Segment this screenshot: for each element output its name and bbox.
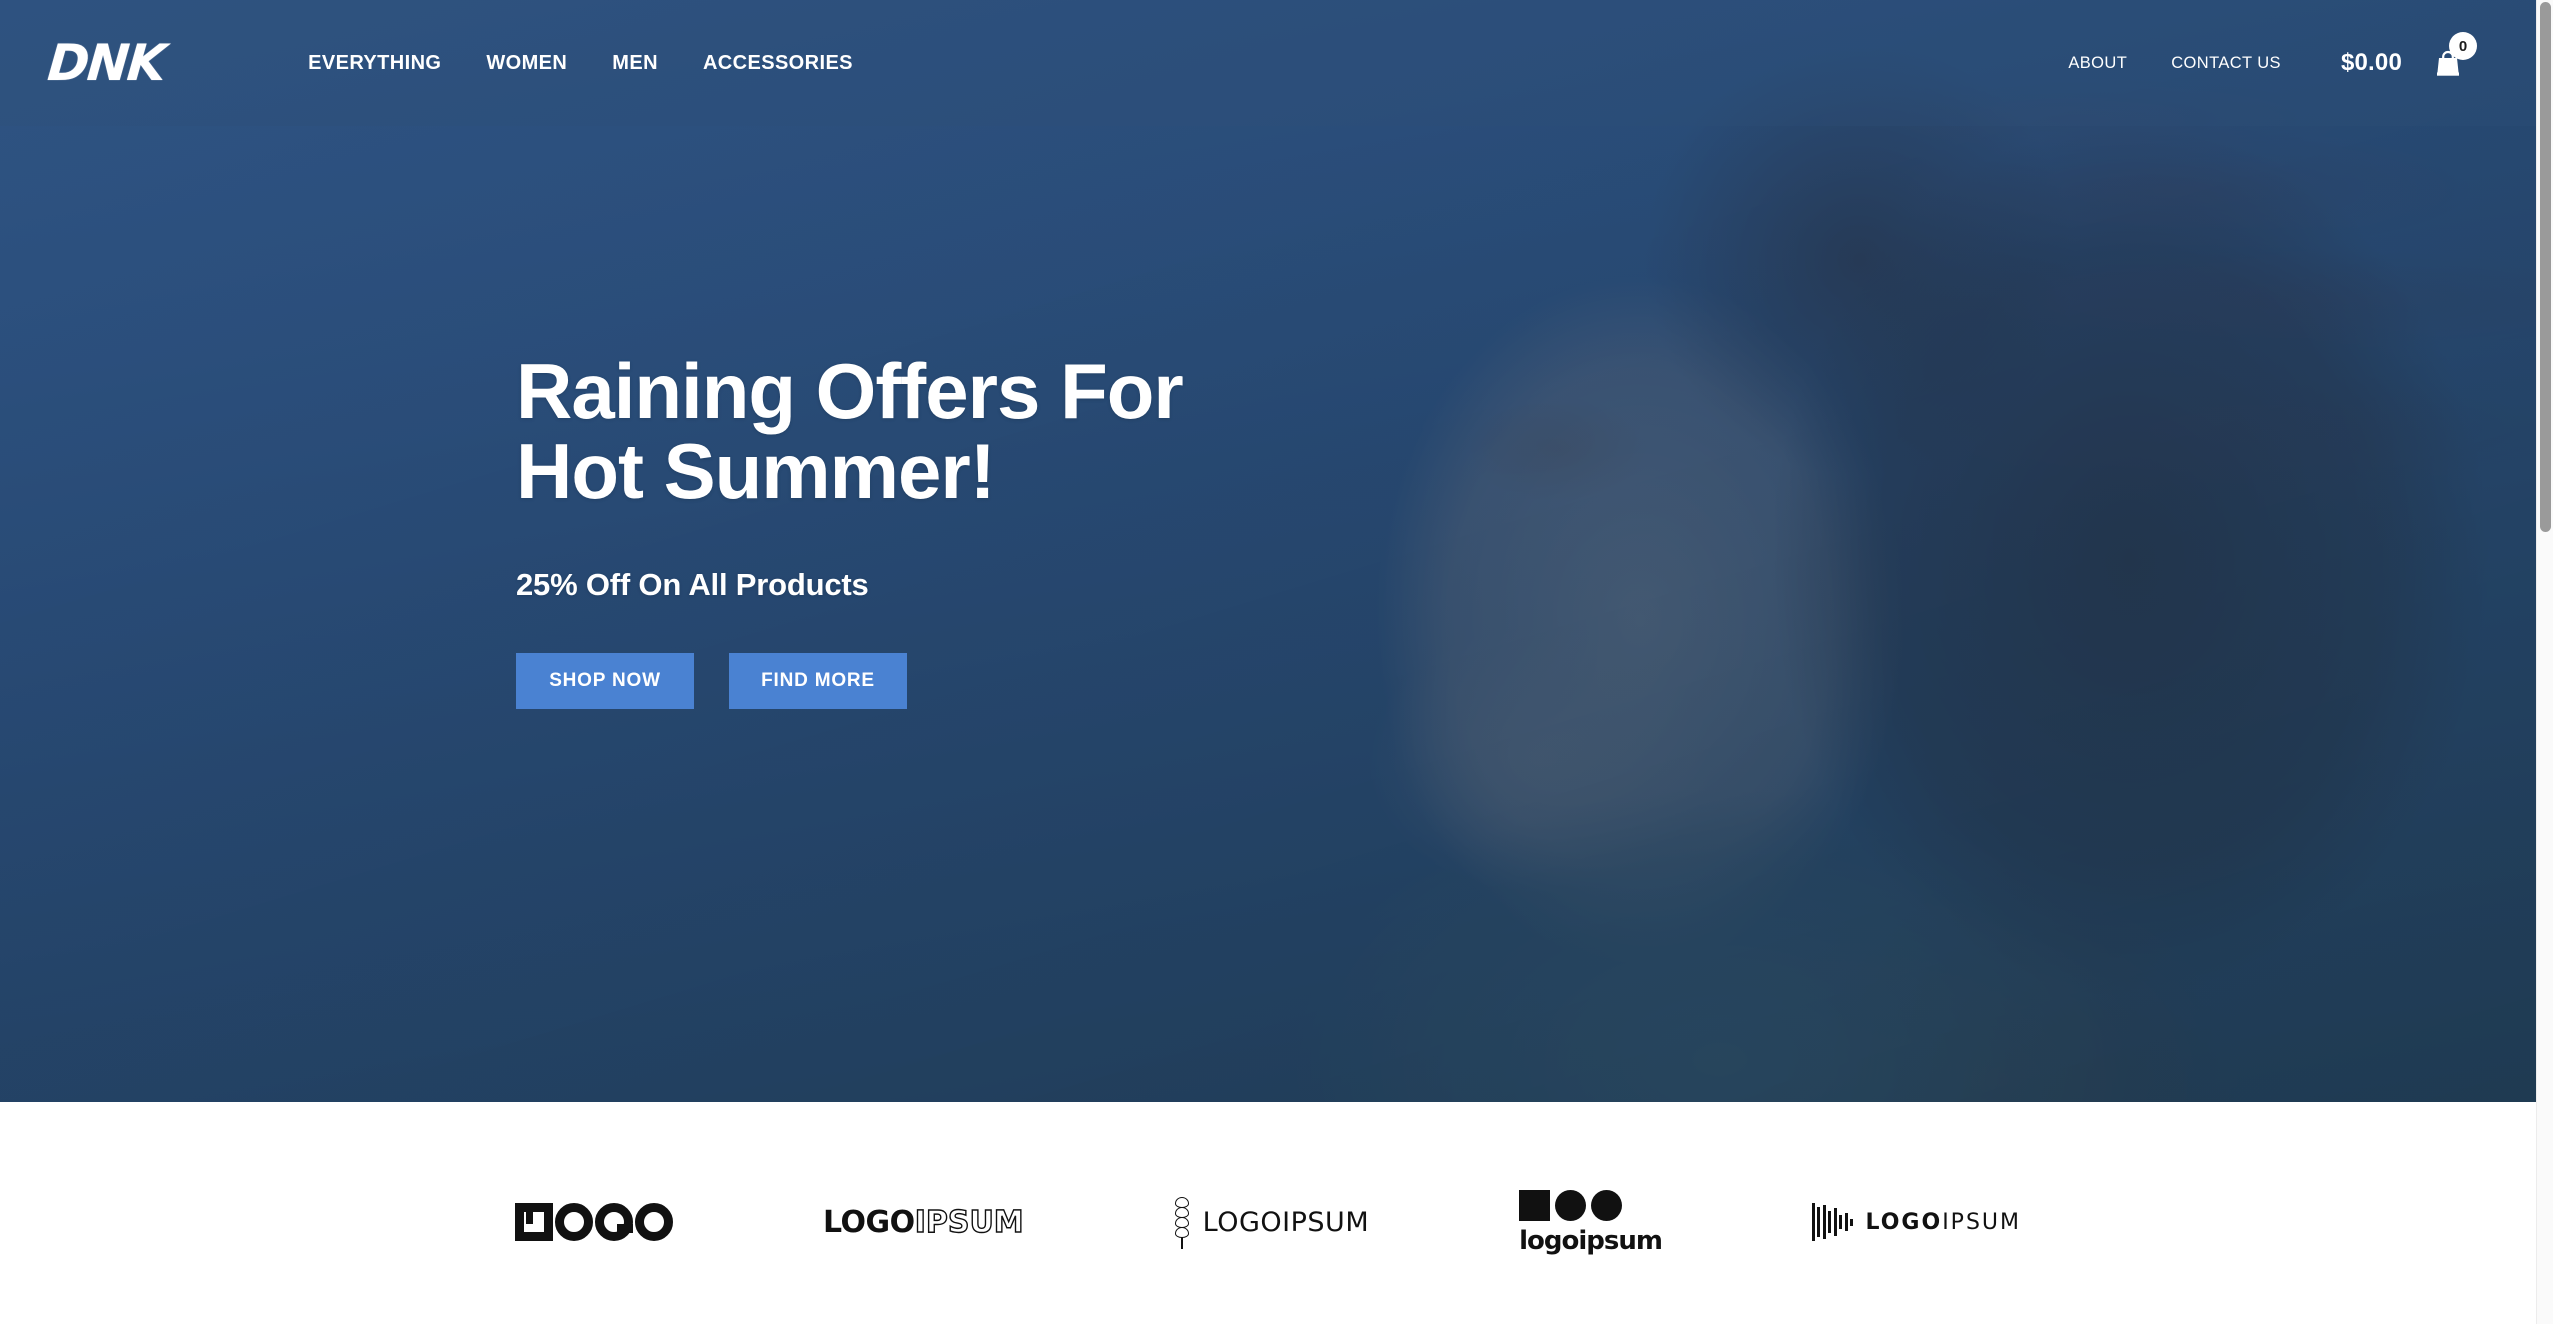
nav-item-accessories[interactable]: ACCESSORIES [703, 52, 853, 75]
secondary-navigation: ABOUT CONTACT US $0.00 0 [2068, 32, 2477, 83]
browser-viewport: DNK EVERYTHING WOMEN MEN ACCESSORIES ABO… [0, 0, 2536, 1324]
nav-item-women[interactable]: WOMEN [486, 52, 567, 75]
logo2-solid-text: LOGO [823, 1204, 915, 1240]
find-more-button[interactable]: FIND MORE [729, 653, 907, 710]
wheat-icon [1174, 1195, 1190, 1249]
partner-logo-2[interactable]: LOGO IPSUM [823, 1187, 1024, 1257]
site-logo[interactable]: DNK [45, 34, 166, 92]
shapes-icon [1519, 1190, 1623, 1221]
hero-tint-overlay [0, 0, 2536, 1102]
logo-logoipsum-shapes-icon: logoipsum [1519, 1190, 1663, 1256]
page-scrollbar-track[interactable] [2536, 0, 2553, 1324]
site-header: DNK EVERYTHING WOMEN MEN ACCESSORIES ABO… [0, 0, 2536, 126]
shop-now-button[interactable]: SHOP NOW [516, 653, 694, 710]
partner-logo-3[interactable]: LOGOIPSUM [1174, 1187, 1369, 1257]
bars-icon [1811, 1203, 1854, 1241]
hero-subheadline: 25% Off On All Products [516, 567, 869, 603]
nav-item-men[interactable]: MEN [612, 52, 658, 75]
partner-logo-4[interactable]: logoipsum [1519, 1187, 1663, 1257]
hero-headline: Raining Offers For Hot Summer! [516, 347, 1184, 515]
cart-item-count-badge: 0 [2449, 32, 2477, 60]
page-scrollbar-thumb[interactable] [2540, 2, 2551, 532]
hero-content: Raining Offers For Hot Summer! 25% Off O… [516, 347, 1184, 710]
cart-total-amount: $0.00 [2340, 49, 2402, 76]
primary-navigation: EVERYTHING WOMEN MEN ACCESSORIES [308, 52, 853, 75]
page-root: DNK EVERYTHING WOMEN MEN ACCESSORIES ABO… [0, 0, 2553, 1324]
logo2-outline-text: IPSUM [914, 1204, 1024, 1240]
logo3-text: LOGOIPSUM [1202, 1206, 1370, 1238]
cart-widget[interactable]: $0.00 0 [2340, 32, 2477, 83]
logo4-text: logoipsum [1519, 1226, 1663, 1256]
logo-logoipsum-wheat-icon: LOGOIPSUM [1174, 1195, 1369, 1249]
hero-cta-group: SHOP NOW FIND MORE [516, 653, 1183, 710]
nav-item-about[interactable]: ABOUT [2068, 54, 2127, 73]
partner-logos-strip: LOGO IPSUM LOGOIPSUM logoipsum LOGOIPSUM [0, 1102, 2536, 1324]
logo-logoipsum-bold-icon: LOGO IPSUM [823, 1204, 1024, 1240]
partner-logo-1[interactable] [515, 1187, 673, 1257]
nav-item-everything[interactable]: EVERYTHING [308, 52, 441, 75]
logo5-text: LOGOIPSUM [1865, 1210, 2021, 1235]
logo-square-ogo-icon [515, 1203, 673, 1241]
nav-item-contact-us[interactable]: CONTACT US [2171, 54, 2281, 73]
logo5-light-text: IPSUM [1942, 1209, 2021, 1235]
hero-section: DNK EVERYTHING WOMEN MEN ACCESSORIES ABO… [0, 0, 2536, 1102]
logo-logoipsum-bars-icon: LOGOIPSUM [1811, 1203, 2021, 1241]
partner-logo-5[interactable]: LOGOIPSUM [1811, 1187, 2021, 1257]
shopping-bag-icon[interactable]: 0 [2428, 32, 2477, 83]
logo5-bold-text: LOGO [1865, 1209, 1943, 1235]
